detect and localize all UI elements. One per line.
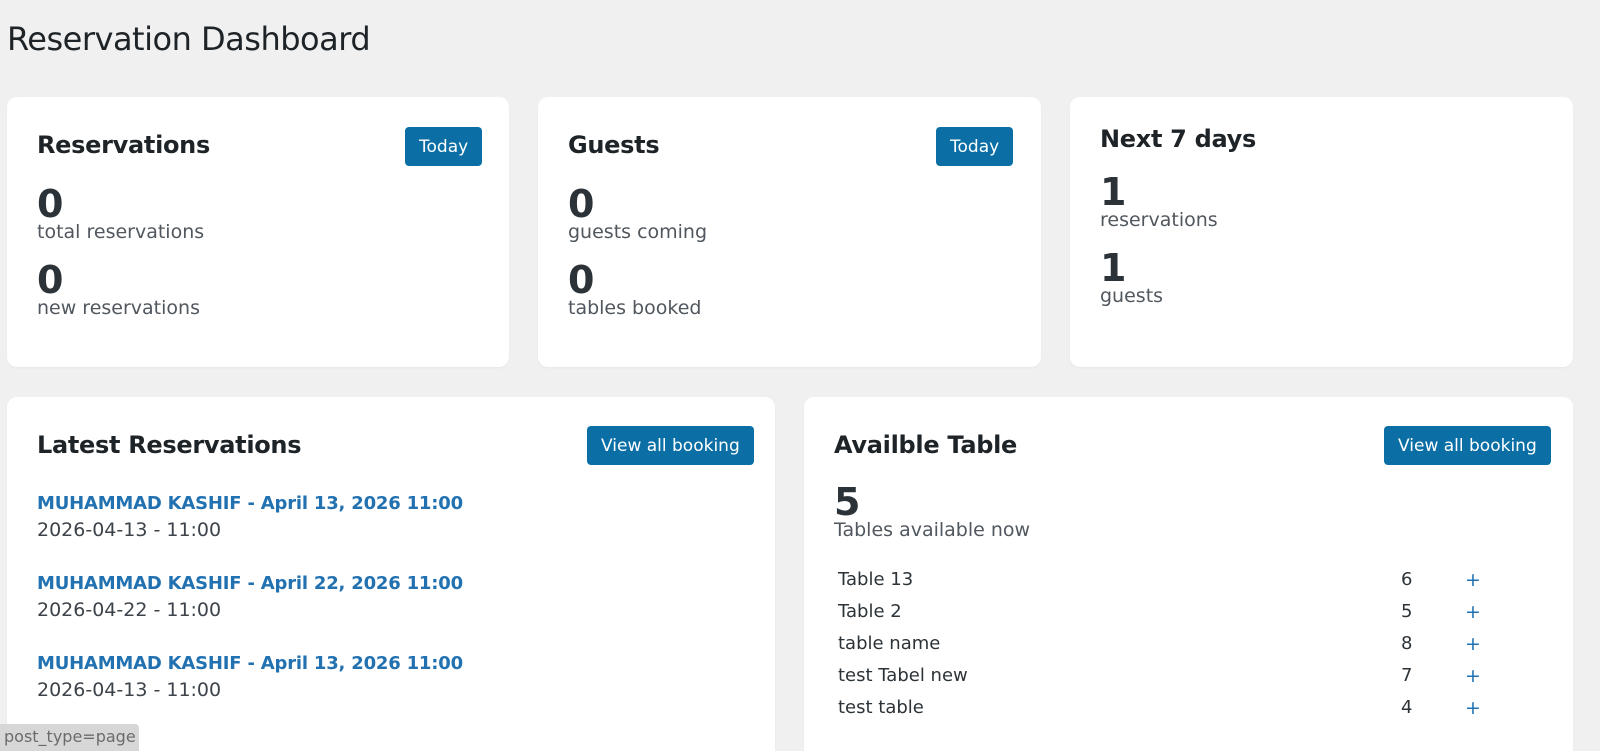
next-7-days-card: Next 7 days 1 reservations 1 guests: [1070, 97, 1573, 367]
table-name: test table: [838, 697, 924, 718]
add-table-icon[interactable]: +: [1465, 601, 1481, 623]
table-name: table name: [838, 633, 941, 654]
table-capacity: 7: [1401, 665, 1413, 686]
reservation-link[interactable]: MUHAMMAD KASHIF - April 13, 2026 11:00: [37, 493, 463, 514]
guests-coming-value: 0: [568, 182, 595, 226]
latest-reservations-title: Latest Reservations: [37, 431, 302, 459]
guests-today-button[interactable]: Today: [936, 127, 1014, 166]
reservations-today-button[interactable]: Today: [405, 127, 483, 166]
add-table-icon[interactable]: +: [1465, 665, 1481, 687]
total-reservations-value: 0: [37, 182, 64, 226]
browser-status-bar: post_type=page: [0, 724, 139, 751]
guests-card-title: Guests: [568, 131, 660, 159]
next-7-days-title: Next 7 days: [1100, 125, 1256, 153]
table-row: Table 2 5 +: [804, 601, 1573, 633]
available-tables-title: Availble Table: [834, 431, 1018, 459]
reservation-date: 2026-04-22 - 11:00: [37, 599, 222, 621]
reservation-link[interactable]: MUHAMMAD KASHIF - April 22, 2026 11:00: [37, 573, 463, 594]
tables-available-label: Tables available now: [834, 519, 1031, 541]
tables-available-value: 5: [834, 480, 861, 524]
latest-reservations-card: Latest Reservations View all booking MUH…: [7, 397, 775, 751]
table-name: test Tabel new: [838, 665, 968, 686]
new-reservations-label: new reservations: [37, 297, 200, 319]
new-reservations-value: 0: [37, 258, 64, 302]
reservations-card: Reservations Today 0 total reservations …: [7, 97, 509, 367]
next-7-reservations-label: reservations: [1100, 209, 1218, 231]
next-7-guests-value: 1: [1100, 246, 1127, 290]
add-table-icon[interactable]: +: [1465, 697, 1481, 719]
add-table-icon[interactable]: +: [1465, 569, 1481, 591]
add-table-icon[interactable]: +: [1465, 633, 1481, 655]
guests-card: Guests Today 0 guests coming 0 tables bo…: [538, 97, 1041, 367]
next-7-guests-label: guests: [1100, 285, 1164, 307]
latest-view-all-button[interactable]: View all booking: [587, 426, 754, 465]
table-capacity: 5: [1401, 601, 1413, 622]
reservations-card-title: Reservations: [37, 131, 210, 159]
table-row: Table 13 6 +: [804, 569, 1573, 601]
table-capacity: 4: [1401, 697, 1413, 718]
tables-view-all-button[interactable]: View all booking: [1384, 426, 1551, 465]
total-reservations-label: total reservations: [37, 221, 205, 243]
table-row: test table 4 +: [804, 697, 1573, 729]
table-name: Table 2: [838, 601, 902, 622]
tables-booked-value: 0: [568, 258, 595, 302]
available-tables-card: Availble Table View all booking 5 Tables…: [804, 397, 1573, 751]
reservation-link[interactable]: MUHAMMAD KASHIF - April 13, 2026 11:00: [37, 653, 463, 674]
table-name: Table 13: [838, 569, 914, 590]
next-7-reservations-value: 1: [1100, 170, 1127, 214]
table-capacity: 6: [1401, 569, 1413, 590]
page-title: Reservation Dashboard: [7, 20, 371, 58]
guests-coming-label: guests coming: [568, 221, 708, 243]
table-row: test Tabel new 7 +: [804, 665, 1573, 697]
table-capacity: 8: [1401, 633, 1413, 654]
table-row: table name 8 +: [804, 633, 1573, 665]
reservation-date: 2026-04-13 - 11:00: [37, 519, 222, 541]
tables-booked-label: tables booked: [568, 297, 702, 319]
reservation-date: 2026-04-13 - 11:00: [37, 679, 222, 701]
